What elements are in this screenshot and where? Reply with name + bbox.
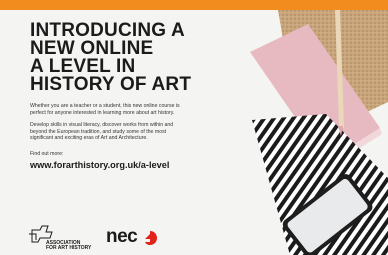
headline-line: HISTORY OF ART — [30, 74, 192, 95]
find-out-label: Find out more: — [30, 150, 64, 157]
association-for-art-history-logo: ASSOCIATION FOR ART HISTORY — [26, 224, 91, 254]
afah-wordmark: ASSOCIATION FOR ART HISTORY — [46, 241, 91, 251]
headline: INTRODUCING A NEW ONLINE A LEVEL IN HIST… — [30, 21, 250, 95]
nec-mark-icon — [145, 231, 157, 245]
notebooks-pencil-phone-photo — [230, 10, 388, 255]
nec-wordmark: nec — [106, 226, 138, 247]
nec-logo: nec — [106, 226, 166, 252]
logos-row: ASSOCIATION FOR ART HISTORY nec — [26, 224, 166, 254]
ad-text-column: INTRODUCING A NEW ONLINE A LEVEL IN HIST… — [30, 21, 250, 170]
details-paragraph: Develop skills in visual literacy, disco… — [30, 122, 174, 141]
afah-line: FOR ART HISTORY — [46, 245, 92, 251]
course-url[interactable]: www.forarthistory.org.uk/a-level — [30, 160, 250, 170]
intro-paragraph: Whether you are a teacher or a student, … — [30, 103, 180, 116]
advertisement: INTRODUCING A NEW ONLINE A LEVEL IN HIST… — [0, 10, 388, 255]
top-accent-bar — [0, 0, 388, 10]
